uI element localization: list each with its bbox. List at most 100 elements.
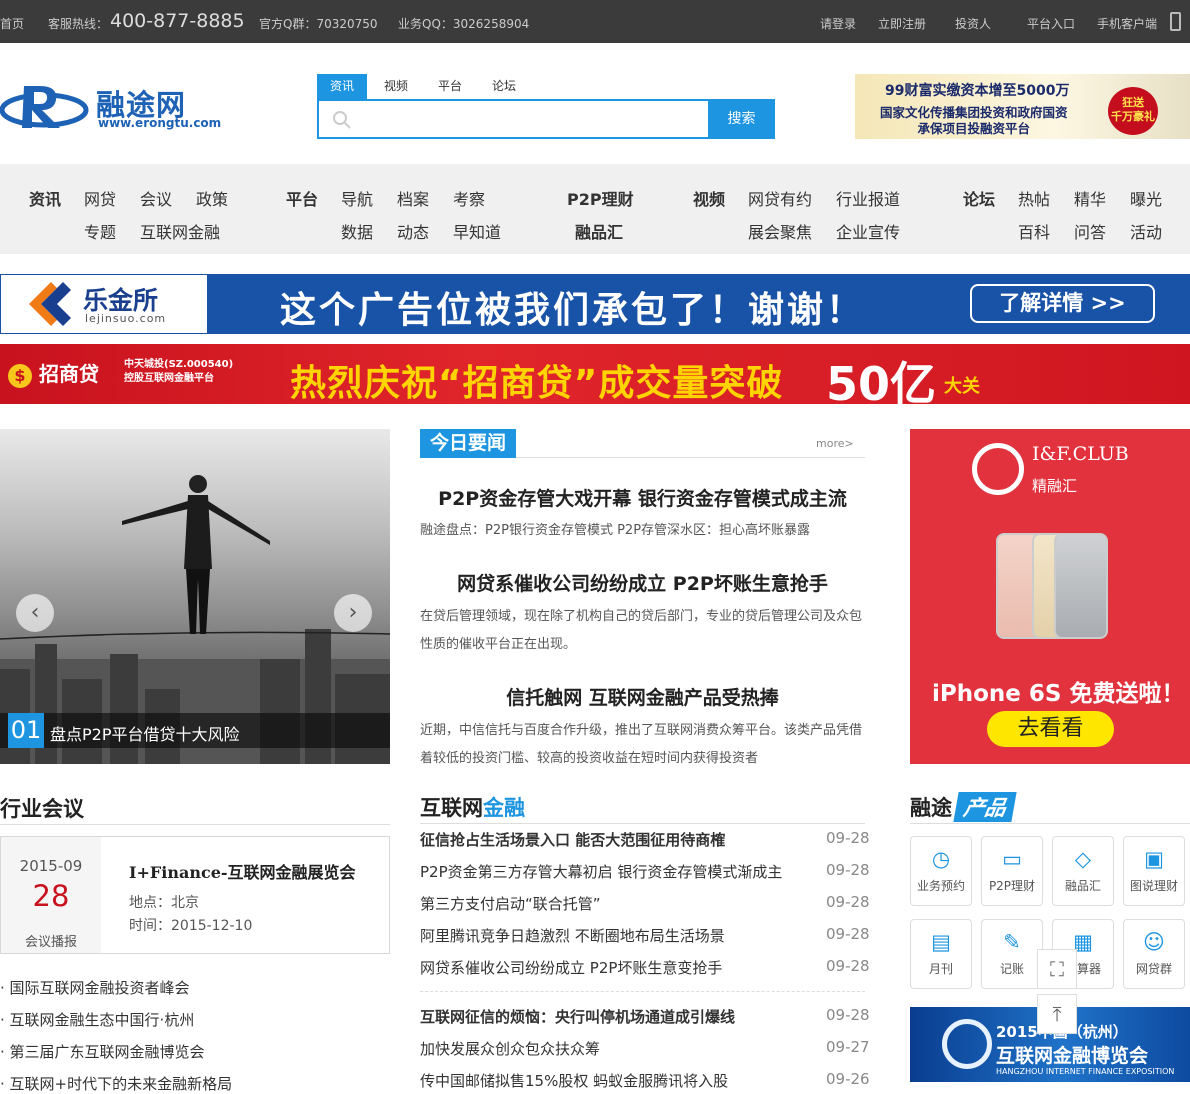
go-see-button[interactable]: 去看看 [987,711,1114,747]
today-more-link[interactable]: more> [816,437,854,450]
meeting-name[interactable]: I+Finance-互联网金融展览会 [129,859,356,883]
news-row[interactable]: P2P资金第三方存管大幕初启 银行资金存管模式渐成主 [420,861,782,882]
promo-slogan: iPhone 6S 免费送啦！ [932,681,1185,707]
logo-icon[interactable] [0,80,92,134]
product-loan-group[interactable]: ☺ 网贷群 [1123,919,1185,989]
products-divider [910,823,1190,824]
investor-link[interactable]: 投资人 [955,15,991,32]
meeting-list-item[interactable]: · 互联网+时代下的未来金融新格局 [0,1073,232,1094]
nav-item[interactable]: 早知道 [453,219,501,243]
nav-item[interactable]: 互联网金融 [140,219,220,243]
search-input[interactable] [317,99,775,139]
news-row[interactable]: 第三方支付启动“联合托管” [420,893,601,914]
nav-item[interactable]: 网贷有约 [748,186,812,210]
search-tab-news[interactable]: 资讯 [317,74,367,99]
image-slider[interactable]: ‹ › 01 盘点P2P平台借贷十大风险 [0,429,390,764]
nav-item[interactable]: 会议 [140,186,172,210]
phone-image [1054,533,1108,639]
club-subname: 精融汇 [1032,477,1078,495]
learn-more-button[interactable]: 了解详情 >> [970,284,1155,323]
back-to-top-button[interactable]: ⤒ [1037,994,1077,1034]
headline-1[interactable]: P2P资金存管大戏开幕 银行资金存管模式成主流 [420,484,865,511]
nav-item[interactable]: 展会聚焦 [748,219,812,243]
slider-prev-button[interactable]: ‹ [16,594,54,632]
slider-next-button[interactable]: › [334,594,372,632]
news-row[interactable]: 加快发展众创众包众扶众筹 [420,1038,600,1059]
ad-banner-lejinsuo[interactable]: 乐金所 lejinsuo.com 这个广告位被我们承包了！谢谢！ 了解详情 >> [0,274,1190,334]
news-row[interactable]: 阿里腾讯竞争日趋激烈 不断圈地布局生活场景 [420,925,725,946]
nav-heading-news[interactable]: 资讯 [29,186,61,210]
news-row[interactable]: 征信抢占生活场景入口 能否大范围征用待商榷 [420,829,725,850]
nav-item[interactable]: 行业报道 [836,186,900,210]
search-tab-video[interactable]: 视频 [370,74,422,99]
ad-banner-zhaoshangdai[interactable]: $ 招商贷 中天城投(SZ.000540) 控股互联网金融平台 热烈庆祝“招商贷”… [0,344,1190,404]
finance-group-divider [420,991,865,992]
meeting-list-item[interactable]: · 互联网金融生态中国行·杭州 [0,1009,194,1030]
login-link[interactable]: 请登录 [820,15,856,32]
iphone-promo-ad[interactable]: I&F.CLUB 精融汇 iPhone 6S 免费送啦！ 去看看 [910,429,1190,764]
finance-title: 互联网金融 [420,796,525,820]
headline-2[interactable]: 网贷系催收公司纷纷成立 P2P坏账生意抢手 [420,569,865,596]
club-logo-icon [972,443,1024,495]
product-monthly[interactable]: ▤ 月刊 [910,919,972,989]
nav-heading-video[interactable]: 视频 [693,186,725,210]
mobile-phone-icon[interactable] [1170,12,1181,31]
slider-caption[interactable]: 01 盘点P2P平台借贷十大风险 [0,713,390,748]
mobile-client-link[interactable]: 手机客户端 [1097,15,1157,32]
slide-title[interactable]: 盘点P2P平台借贷十大风险 [50,721,239,745]
nav-heading-p2p[interactable]: P2P理财 [567,186,634,210]
search-icon [333,111,351,129]
finance-divider [420,823,865,824]
nav-item[interactable]: 动态 [397,219,429,243]
scan-qr-button[interactable]: ⛶ [1037,949,1077,989]
register-link[interactable]: 立即注册 [878,15,926,32]
nav-item[interactable]: 数据 [341,219,373,243]
news-row[interactable]: 互联网征信的烦恼：央行叫停机场通道成引爆线 [420,1006,735,1027]
nav-heading-forum[interactable]: 论坛 [963,186,995,210]
nav-item[interactable]: 精华 [1074,186,1106,210]
book-icon: ▤ [931,930,951,954]
nav-item[interactable]: 政策 [196,186,228,210]
nav-item[interactable]: 网贷 [84,186,116,210]
expo-line3: HANGZHOU INTERNET FINANCE EXPOSITION [996,1067,1175,1076]
nav-item[interactable]: 企业宣传 [836,219,900,243]
coin-icon: $ [8,363,32,388]
meeting-list-item[interactable]: · 第三届广东互联网金融博览会 [0,1041,205,1062]
meeting-card[interactable]: 2015-09 28 会议播报 I+Finance-互联网金融展览会 地点：北京… [0,836,390,954]
lejinsuo-logo: 乐金所 lejinsuo.com [1,275,207,333]
qq-group: 官方Q群：70320750 [259,17,378,31]
business-qq: 业务QQ：3026258904 [398,17,530,31]
news-row[interactable]: 传中国邮储拟售15%股权 蚂蚁金服腾讯将入股 [420,1070,728,1091]
nav-item[interactable]: 融品汇 [575,219,623,243]
search-tab-forum[interactable]: 论坛 [478,74,530,99]
nav-item[interactable]: 百科 [1018,219,1050,243]
top-ad-banner[interactable]: 99财富实缴资本增至5000万 国家文化传播集团投资和政府国资 承保项目投融资平台… [855,74,1190,139]
meeting-list-item[interactable]: · 国际互联网金融投资者峰会 [0,977,190,998]
nav-item[interactable]: 考察 [453,186,485,210]
search-button[interactable]: 搜索 [708,99,775,139]
hotline-label: 客服热线： [48,17,109,31]
product-illustrated[interactable]: ▣ 图说理财 [1123,836,1185,906]
meeting-date: 2015-09 28 会议播报 [1,837,101,953]
nav-item[interactable]: 活动 [1130,219,1162,243]
nav-heading-platform[interactable]: 平台 [286,186,318,210]
headline-1-desc[interactable]: 融途盘点：P2P银行资金存管模式 P2P存管深水区：担心高坏账暴露 [420,517,865,545]
product-rongpinhui[interactable]: ◇ 融品汇 [1052,836,1114,906]
headline-3-desc: 近期，中信信托与百度合作升级，推出了互联网消费众筹平台。该类产品凭借着较低的投资… [420,723,863,766]
nav-item[interactable]: 导航 [341,186,373,210]
headline-3[interactable]: 信托触网 互联网金融产品受热捧 [420,683,865,710]
search-tab-platform[interactable]: 平台 [424,74,476,99]
platform-entry-link[interactable]: 平台入口 [1027,15,1075,32]
home-link[interactable]: 首页 [0,15,24,32]
product-booking[interactable]: ◷ 业务预约 [910,836,972,906]
product-accounting[interactable]: ✎ 记账 [981,919,1043,989]
nav-item[interactable]: 曝光 [1130,186,1162,210]
nav-item[interactable]: 档案 [397,186,429,210]
product-p2p[interactable]: ▭ P2P理财 [981,836,1043,906]
news-row[interactable]: 网贷系催收公司纷纷成立 P2P坏账生意变抢手 [420,957,722,978]
image-icon: ▣ [1144,847,1164,871]
nav-item[interactable]: 热帖 [1018,186,1050,210]
nav-item[interactable]: 专题 [84,219,116,243]
nav-item[interactable]: 问答 [1074,219,1106,243]
banner2-amount: 50亿 [826,357,937,404]
